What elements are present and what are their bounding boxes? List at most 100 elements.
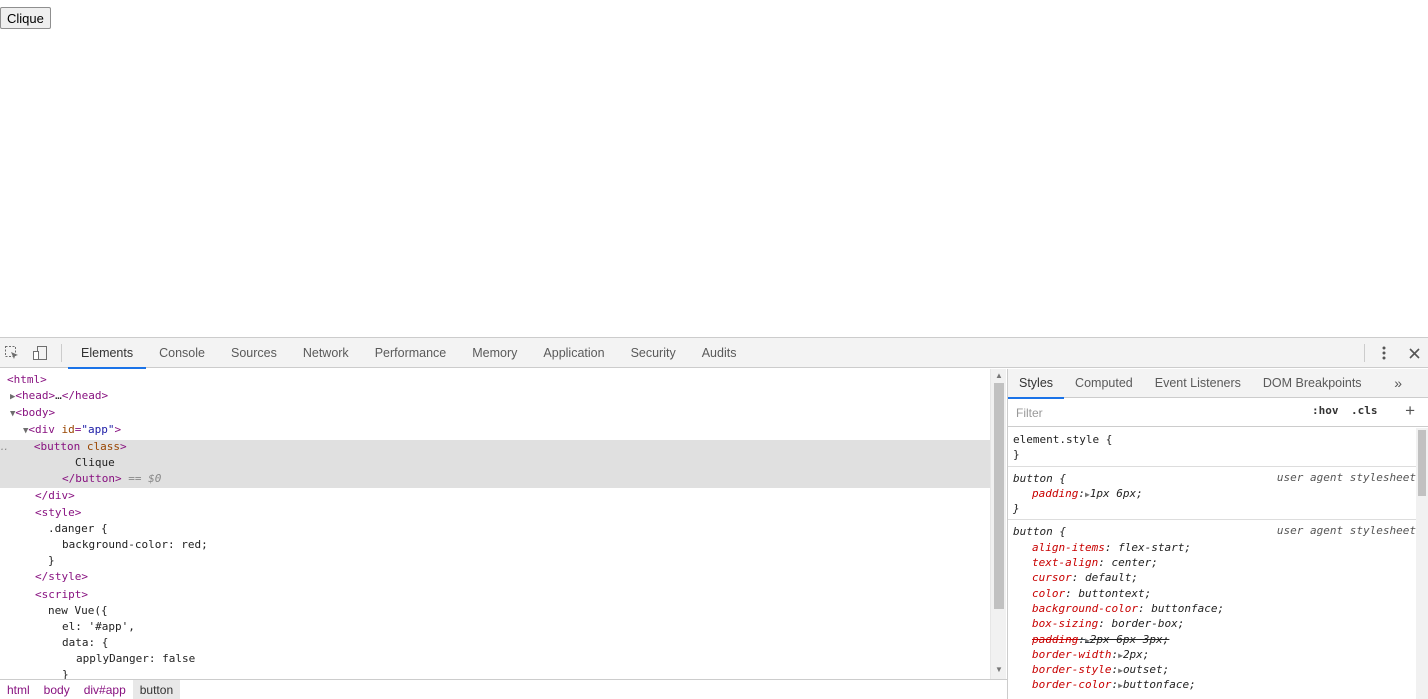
dom-node-style[interactable]: <style> [35, 505, 1007, 521]
tab-sources[interactable]: Sources [218, 338, 290, 368]
tab-dom-breakpoints[interactable]: DOM Breakpoints [1252, 369, 1373, 398]
rule-origin: user agent stylesheet [1276, 524, 1416, 538]
dom-node-html[interactable]: <html> [7, 372, 997, 388]
styles-scrollbar[interactable] [1416, 428, 1428, 699]
dom-node-style-close[interactable]: </style> [35, 569, 1007, 585]
device-toolbar-icon[interactable] [31, 344, 49, 362]
style-rule[interactable]: user agent stylesheet button { padding:▶… [1008, 467, 1416, 521]
property-name[interactable]: padding [1032, 487, 1078, 500]
rule-selector[interactable]: button { [1013, 472, 1066, 485]
property-value[interactable]: flex-start; [1118, 541, 1191, 554]
property-name[interactable]: text-align [1032, 556, 1098, 569]
dom-node-script[interactable]: <script> [35, 587, 1007, 603]
head-ellipsis[interactable]: … [55, 389, 62, 402]
breadcrumb-button[interactable]: button [132, 680, 181, 699]
row-ellipsis-icon[interactable]: ‥ [0, 440, 7, 453]
dom-script-text[interactable]: data: { [62, 635, 1007, 651]
tab-computed[interactable]: Computed [1064, 369, 1144, 398]
tab-styles[interactable]: Styles [1008, 369, 1065, 399]
rule-selector[interactable]: element.style { [1013, 433, 1112, 446]
dom-node-div-app[interactable]: ▼<div id="app"> [23, 422, 1007, 438]
property-name[interactable]: border-width [1032, 648, 1111, 661]
tab-performance[interactable]: Performance [362, 338, 460, 368]
styles-filter-input[interactable] [1013, 403, 1302, 423]
property-value[interactable]: 2px; [1123, 648, 1150, 661]
dom-text-node[interactable]: Clique [75, 455, 1007, 471]
property-value[interactable]: border-box; [1111, 617, 1184, 630]
dom-style-text[interactable]: .danger { [48, 521, 1007, 537]
dom-node-body[interactable]: ▼<body> [10, 405, 1000, 421]
hover-state-toggle[interactable]: :hov [1312, 404, 1339, 417]
rule-selector[interactable]: button { [1013, 525, 1066, 538]
css-property-overridden[interactable]: padding:▶2px 6px 3px; [1013, 632, 1416, 647]
css-property[interactable]: box-sizing: border-box; [1013, 616, 1416, 631]
dom-node-button-close[interactable]: </button> == $0 [62, 471, 1007, 487]
breadcrumb-body[interactable]: body [37, 680, 77, 699]
css-property[interactable]: padding:▶1px 6px; [1013, 486, 1416, 501]
property-name[interactable]: color [1032, 587, 1065, 600]
tab-audits[interactable]: Audits [689, 338, 750, 368]
property-value[interactable]: buttonface; [1123, 678, 1196, 691]
property-name[interactable]: align-items [1032, 541, 1105, 554]
property-value[interactable]: 1px 6px; [1090, 487, 1143, 500]
css-property[interactable]: color: buttontext; [1013, 586, 1416, 601]
property-name[interactable]: padding [1032, 633, 1078, 646]
property-name[interactable]: background-color [1032, 602, 1138, 615]
property-value[interactable]: default; [1085, 571, 1138, 584]
css-property[interactable]: border-style:▶outset; [1013, 662, 1416, 677]
scroll-up-arrow-icon[interactable]: ▲ [994, 371, 1004, 381]
dom-node-head[interactable]: ▶<head>…</head> [10, 388, 1000, 404]
dom-script-text[interactable]: el: '#app', [62, 619, 1007, 635]
tab-security[interactable]: Security [618, 338, 689, 368]
tab-network[interactable]: Network [290, 338, 362, 368]
property-name[interactable]: cursor [1032, 571, 1072, 584]
div-attr-name: id [61, 423, 75, 436]
more-vertical-icon[interactable] [1375, 344, 1393, 362]
scroll-down-arrow-icon[interactable]: ▼ [994, 665, 1004, 675]
css-property[interactable]: cursor: default; [1013, 570, 1416, 585]
inspect-element-icon[interactable] [3, 344, 21, 362]
dom-style-text[interactable]: } [48, 553, 1007, 569]
scrollbar-thumb[interactable] [994, 383, 1004, 609]
tab-memory[interactable]: Memory [459, 338, 530, 368]
clique-button[interactable]: Clique [0, 7, 51, 29]
css-property[interactable]: background-color: buttonface; [1013, 601, 1416, 616]
tab-elements[interactable]: Elements [68, 338, 147, 369]
property-name[interactable]: box-sizing [1032, 617, 1098, 630]
property-name[interactable]: border-color [1032, 678, 1111, 691]
css-property[interactable]: text-align: center; [1013, 555, 1416, 570]
property-value[interactable]: center; [1111, 556, 1157, 569]
property-value[interactable]: outset; [1123, 663, 1169, 676]
css-property[interactable]: align-items: flex-start; [1013, 540, 1416, 555]
page-viewport: Clique [0, 0, 1428, 337]
breadcrumb-div-app[interactable]: div#app [77, 680, 133, 699]
style-rule[interactable]: user agent stylesheet button { align-ite… [1008, 520, 1416, 695]
tab-application[interactable]: Application [530, 338, 617, 368]
dom-style-text[interactable]: background-color: red; [62, 537, 1007, 553]
property-value[interactable]: buttontext; [1078, 587, 1151, 600]
css-property[interactable]: border-color:▶buttonface; [1013, 677, 1416, 692]
dom-tree-scrollbar[interactable]: ▲ ▼ [990, 369, 1006, 679]
add-rule-plus-icon[interactable]: + [1405, 401, 1415, 421]
styles-sidebar: Styles Computed Event Listeners DOM Brea… [1007, 369, 1428, 699]
dom-node-button[interactable]: ‥ <button class> [0, 439, 990, 455]
property-name[interactable]: border-style [1032, 663, 1111, 676]
tab-event-listeners[interactable]: Event Listeners [1144, 369, 1252, 398]
dom-script-text[interactable]: } [62, 667, 1007, 679]
style-rule[interactable]: element.style { } [1008, 428, 1416, 467]
more-tabs-chevron-icon[interactable]: » [1394, 375, 1402, 391]
property-value[interactable]: buttonface; [1151, 602, 1224, 615]
property-value[interactable]: 2px 6px 3px; [1090, 633, 1169, 646]
close-icon[interactable] [1405, 344, 1423, 362]
tab-console[interactable]: Console [146, 338, 218, 368]
button-close-tag: </button> [62, 472, 122, 485]
dom-script-text[interactable]: applyDanger: false [76, 651, 1007, 667]
dom-script-text[interactable]: new Vue({ [48, 603, 1007, 619]
css-property[interactable]: border-width:▶2px; [1013, 647, 1416, 662]
dom-node-div-close[interactable]: </div> [35, 488, 1007, 504]
scrollbar-thumb[interactable] [1418, 430, 1426, 496]
devtools-toolbar: Elements Console Sources Network Perform… [0, 338, 1428, 369]
class-toggle[interactable]: .cls [1351, 404, 1378, 417]
script-line: el: '#app', [62, 620, 135, 633]
breadcrumb-html[interactable]: html [0, 680, 37, 699]
